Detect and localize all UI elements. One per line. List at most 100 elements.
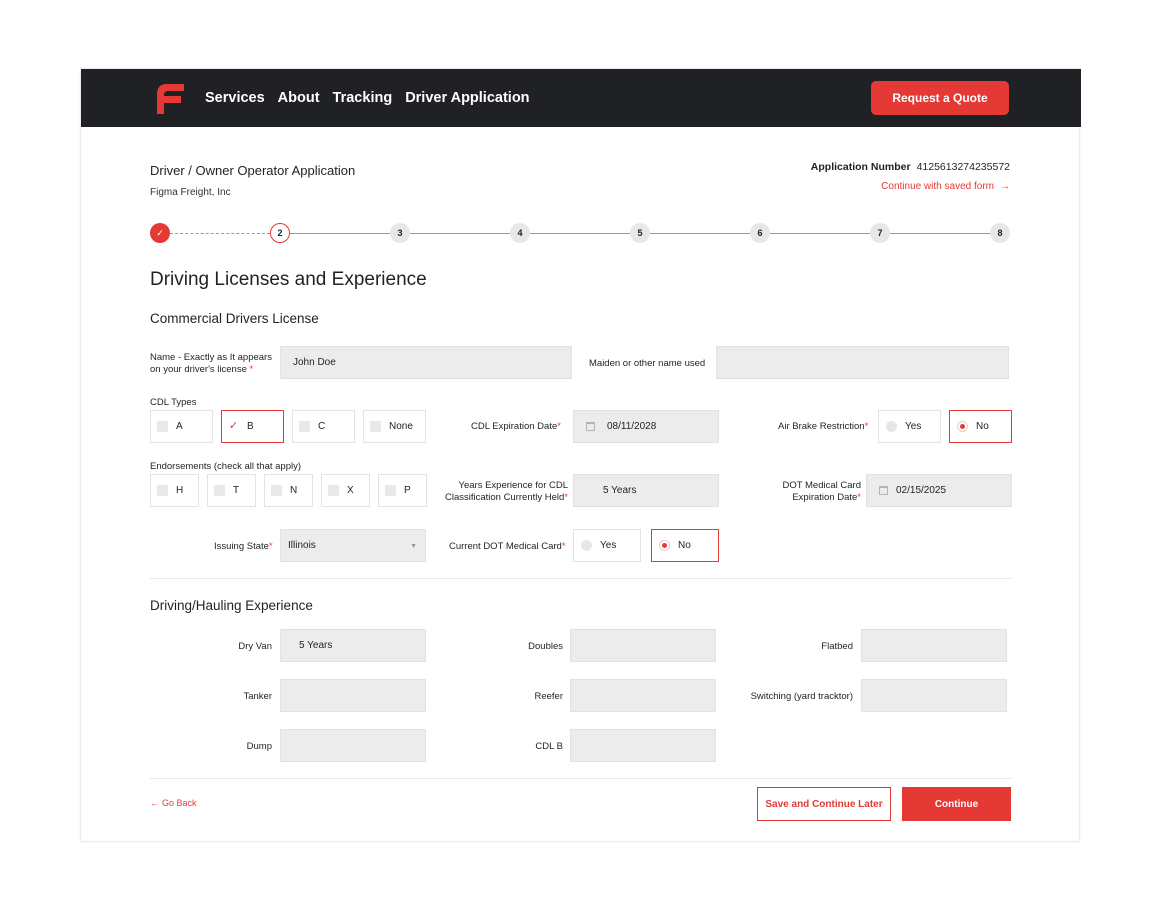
dot-card-yes-label: Yes [600, 540, 617, 551]
radio-icon [581, 540, 592, 551]
required-asterisk: * [561, 541, 566, 552]
reefer-field[interactable] [570, 679, 716, 712]
air-brake-no-radio[interactable]: No [949, 410, 1012, 443]
cdl-type-none-checkbox[interactable]: None [363, 410, 426, 443]
request-quote-button[interactable]: Request a Quote [871, 81, 1009, 115]
continue-button[interactable]: Continue [902, 787, 1011, 821]
experience-heading: Driving/Hauling Experience [150, 598, 313, 613]
name-label-text: Name - Exactly as It appears on your dri… [150, 352, 272, 375]
cdl-expiration-label: CDL Expiration Date* [471, 421, 561, 433]
step-8[interactable]: 8 [990, 223, 1010, 243]
cdl-type-c-checkbox[interactable]: C [292, 410, 355, 443]
required-asterisk: * [864, 421, 869, 432]
cdl-types-label: CDL Types [150, 397, 197, 408]
dump-label: Dump [246, 741, 272, 752]
stepper-connector-done [170, 233, 270, 234]
checkbox-icon [157, 485, 168, 496]
application-title: Driver / Owner Operator Application [150, 163, 356, 178]
dot-expiration-date-value: 02/15/2025 [896, 485, 947, 496]
maiden-name-label: Maiden or other name used [589, 358, 706, 369]
flatbed-label: Flatbed [821, 641, 853, 652]
endorsement-h-checkbox[interactable]: H [150, 474, 199, 507]
issuing-state-label: Issuing State* [214, 541, 273, 553]
checkbox-icon [385, 485, 396, 496]
air-brake-no-label: No [976, 421, 989, 432]
tanker-field[interactable] [280, 679, 426, 712]
checkmark-icon: ✓ [156, 227, 164, 238]
dot-card-yes-radio[interactable]: Yes [573, 529, 641, 562]
years-experience-field[interactable]: 5 Years [573, 474, 719, 507]
switching-field[interactable] [861, 679, 1007, 712]
issuing-state-select[interactable]: Illinois ▼ [280, 529, 426, 562]
arrow-left-icon: ← [150, 798, 159, 808]
stepper-connector [290, 233, 390, 234]
company-name: Figma Freight, Inc [150, 187, 231, 198]
air-brake-label-text: Air Brake Restriction [778, 421, 865, 432]
cdl-expiration-label-text: CDL Expiration Date [471, 421, 558, 432]
calendar-icon [586, 422, 595, 431]
step-4[interactable]: 4 [510, 223, 530, 243]
doubles-label: Doubles [528, 641, 563, 652]
endorsement-n-checkbox[interactable]: N [264, 474, 313, 507]
cdl-type-none-label: None [389, 421, 413, 432]
continue-saved-form-label: Continue with saved form [881, 181, 994, 192]
cdl-type-b-checkbox[interactable]: ✓ B [221, 410, 284, 443]
step-1-complete[interactable]: ✓ [150, 223, 170, 243]
air-brake-yes-label: Yes [905, 421, 922, 432]
switching-label: Switching (yard tracktor) [750, 691, 853, 702]
figma-freight-logo[interactable] [155, 82, 185, 114]
nav-driver-application-link[interactable]: Driver Application [405, 90, 529, 106]
step-5[interactable]: 5 [630, 223, 650, 243]
name-field[interactable]: John Doe [280, 346, 572, 379]
air-brake-yes-radio[interactable]: Yes [878, 410, 941, 443]
stepper-connector [530, 233, 630, 234]
maiden-name-field[interactable] [716, 346, 1009, 379]
application-number-label: Application Number [810, 161, 911, 173]
name-label: Name - Exactly as It appears on your dri… [150, 352, 276, 376]
endorsement-p-checkbox[interactable]: P [378, 474, 427, 507]
flatbed-field[interactable] [861, 629, 1007, 662]
required-asterisk: * [268, 541, 273, 552]
dry-van-label: Dry Van [238, 641, 272, 652]
air-brake-label: Air Brake Restriction* [778, 421, 868, 433]
dump-field[interactable] [280, 729, 426, 762]
dry-van-field[interactable]: 5 Years [280, 629, 426, 662]
checkbox-icon [370, 421, 381, 432]
top-navigation-bar: Services About Tracking Driver Applicati… [81, 69, 1081, 127]
cdl-type-a-checkbox[interactable]: A [150, 410, 213, 443]
step-3[interactable]: 3 [390, 223, 410, 243]
nav-tracking-link[interactable]: Tracking [333, 90, 393, 106]
cdl-b-label: CDL B [535, 741, 563, 752]
step-6[interactable]: 6 [750, 223, 770, 243]
main-nav: Services About Tracking Driver Applicati… [205, 69, 530, 127]
doubles-field[interactable] [570, 629, 716, 662]
endorsement-h-label: H [176, 485, 184, 496]
section-divider [150, 578, 1012, 579]
cdl-type-c-label: C [318, 421, 326, 432]
nav-services-link[interactable]: Services [205, 90, 265, 106]
nav-about-link[interactable]: About [278, 90, 320, 106]
radio-selected-icon [957, 421, 968, 432]
endorsement-x-checkbox[interactable]: X [321, 474, 370, 507]
cdl-b-field[interactable] [570, 729, 716, 762]
cdl-expiration-date-field[interactable]: 08/11/2028 [573, 410, 719, 443]
application-window: Services About Tracking Driver Applicati… [80, 68, 1081, 842]
checkbox-icon [299, 421, 310, 432]
dot-expiration-date-field[interactable]: 02/15/2025 [866, 474, 1012, 507]
endorsement-t-checkbox[interactable]: T [207, 474, 256, 507]
years-experience-label-text: Years Experience for CDL Classification … [444, 480, 568, 503]
checkbox-icon [328, 485, 339, 496]
checkbox-icon [271, 485, 282, 496]
go-back-link[interactable]: ← Go Back [150, 798, 197, 808]
dot-card-label: Current DOT Medical Card* [449, 541, 566, 553]
step-2-current[interactable]: 2 [270, 223, 290, 243]
endorsement-p-label: P [404, 485, 411, 496]
continue-saved-form-link[interactable]: Continue with saved form → [881, 181, 1010, 192]
section-title: Driving Licenses and Experience [150, 269, 427, 290]
reefer-label: Reefer [534, 691, 563, 702]
dot-card-no-radio[interactable]: No [651, 529, 719, 562]
checkbox-icon [157, 421, 168, 432]
years-experience-label: Years Experience for CDL Classification … [433, 480, 568, 504]
step-7[interactable]: 7 [870, 223, 890, 243]
save-continue-later-button[interactable]: Save and Continue Later [757, 787, 891, 821]
